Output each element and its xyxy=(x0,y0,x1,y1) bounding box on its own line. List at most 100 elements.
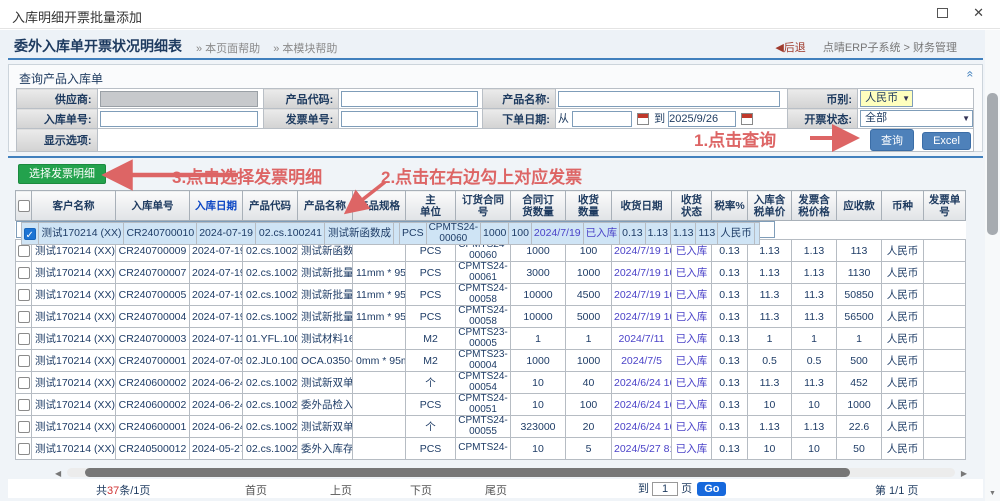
column-header[interactable]: 入库含 税单价 xyxy=(748,191,792,221)
table-cell: 0.5 xyxy=(792,350,837,372)
table-cell: 1.13 xyxy=(792,416,837,438)
row-checkbox[interactable] xyxy=(18,267,30,279)
table-cell: 1.13 xyxy=(645,223,670,245)
table-cell xyxy=(353,372,406,394)
first-page-link[interactable]: 首页 xyxy=(245,482,267,498)
prev-page-link[interactable]: 上页 xyxy=(330,482,352,498)
date-to-input[interactable] xyxy=(668,111,736,127)
table-row[interactable]: 测试170214 (XX)CR2407000042024-07-1902.cs.… xyxy=(16,306,966,328)
table-row[interactable]: 测试170214 (XX)CR2405000122024-05-2702.cs.… xyxy=(16,438,966,460)
row-checkbox[interactable] xyxy=(18,311,30,323)
column-header[interactable]: 产品名称 xyxy=(298,191,353,221)
column-header[interactable]: 产品规格 xyxy=(353,191,406,221)
table-cell: 02.cs.100244 xyxy=(243,372,298,394)
scroll-left-icon[interactable]: ◀ xyxy=(55,469,61,478)
column-header[interactable]: 主 单位 xyxy=(406,191,456,221)
breadcrumb[interactable]: 点晴ERP子系统 > 财务管理 xyxy=(823,42,957,54)
back-button[interactable]: ◀后退 xyxy=(775,42,805,54)
calendar-icon[interactable] xyxy=(637,113,649,125)
table-row[interactable]: 测试170214 (XX)CR2407000032024-07-1101.YFL… xyxy=(16,328,966,350)
date-from-input[interactable] xyxy=(572,111,632,127)
module-help-link[interactable]: » 本模块帮助 xyxy=(273,43,337,55)
row-checkbox[interactable] xyxy=(18,289,30,301)
close-icon[interactable]: ✕ xyxy=(973,5,984,21)
column-header[interactable]: 收货日期 xyxy=(612,191,672,221)
column-header[interactable]: 发票单号 xyxy=(924,191,966,221)
page-help-link[interactable]: » 本页面帮助 xyxy=(196,43,260,55)
column-header[interactable]: 收货 状态 xyxy=(672,191,712,221)
scroll-down-icon[interactable]: ▼ xyxy=(989,490,996,497)
currency-select[interactable]: 人民币▼ xyxy=(860,90,913,107)
table-row[interactable]: 测试170214 (XX)CR2407000052024-07-1902.cs.… xyxy=(16,284,966,306)
last-page-link[interactable]: 尾页 xyxy=(485,482,507,498)
horizontal-scrollbar[interactable]: ◀ ▶ xyxy=(55,467,967,479)
table-cell: 3000 xyxy=(511,262,566,284)
product-code-input[interactable] xyxy=(341,91,477,107)
table-row[interactable]: 测试170214 (XX)CR2407000072024-07-1902.cs.… xyxy=(16,262,966,284)
page-number-input[interactable] xyxy=(652,482,678,496)
table-cell: PCS xyxy=(399,223,426,245)
table-cell: 测试170214 (XX) xyxy=(32,284,116,306)
row-checkbox[interactable] xyxy=(18,399,30,411)
column-header[interactable]: 产品代码 xyxy=(243,191,298,221)
table-cell: 11mm * 95m xyxy=(353,306,406,328)
scrollbar-thumb[interactable] xyxy=(85,468,850,477)
column-header[interactable]: 入库单号 xyxy=(116,191,190,221)
calendar-icon[interactable] xyxy=(741,113,753,125)
table-cell xyxy=(924,372,966,394)
maximize-icon[interactable] xyxy=(937,8,948,18)
table-row[interactable]: 测试170214 (XX)CR2406000022024-06-2402.cs.… xyxy=(16,394,966,416)
row-checkbox[interactable] xyxy=(18,443,30,455)
product-name-input[interactable] xyxy=(558,91,780,107)
table-cell: 2024-05-27 xyxy=(190,438,243,460)
select-all-header[interactable] xyxy=(16,191,32,221)
column-header[interactable]: 订货合同号 xyxy=(456,191,511,221)
vertical-scrollbar-thumb[interactable] xyxy=(987,93,998,235)
column-header[interactable]: 应收款 xyxy=(837,191,882,221)
vertical-scrollbar[interactable]: ▼ xyxy=(985,30,1000,501)
row-checkbox[interactable] xyxy=(24,228,36,240)
column-header[interactable]: 入库日期 xyxy=(190,191,243,221)
invoice-status-select[interactable]: 全部▼ xyxy=(860,110,973,127)
table-cell: 02.cs.100245 xyxy=(243,394,298,416)
table-cell: CPMTS24-00054 xyxy=(456,372,511,394)
collapse-icon[interactable]: « xyxy=(964,71,978,78)
select-all-checkbox[interactable] xyxy=(18,200,30,212)
invoice-no-input[interactable] xyxy=(341,111,477,127)
row-checkbox[interactable] xyxy=(18,377,30,389)
table-row[interactable]: 测试170214 (XX)CR2407000102024-07-1902.cs.… xyxy=(16,221,775,238)
table-cell: 已入库 xyxy=(672,438,712,460)
table-cell xyxy=(924,416,966,438)
row-checkbox[interactable] xyxy=(18,245,30,257)
invoice-status-label: 开票状态: xyxy=(787,109,858,129)
select-invoice-detail-button[interactable]: 选择发票明细 xyxy=(18,164,106,184)
date-from-label: 从 xyxy=(558,113,569,125)
table-cell: 1130 xyxy=(837,262,882,284)
column-header[interactable]: 收货 数量 xyxy=(566,191,612,221)
scroll-right-icon[interactable]: ▶ xyxy=(961,469,967,478)
excel-button[interactable]: Excel xyxy=(922,132,971,150)
next-page-link[interactable]: 下页 xyxy=(410,482,432,498)
query-button[interactable]: 查询 xyxy=(870,129,914,151)
column-header[interactable]: 客户名称 xyxy=(32,191,116,221)
table-cell: 10000 xyxy=(511,306,566,328)
column-header[interactable]: 币种 xyxy=(882,191,924,221)
date-to-label: 到 xyxy=(654,113,665,125)
column-header[interactable]: 税率% xyxy=(712,191,748,221)
row-checkbox[interactable] xyxy=(18,333,30,345)
column-header[interactable]: 合同订 货数量 xyxy=(511,191,566,221)
row-checkbox[interactable] xyxy=(18,355,30,367)
warehouse-no-input[interactable] xyxy=(100,111,258,127)
table-cell: 20 xyxy=(566,416,612,438)
table-cell: CPMTS24-00051 xyxy=(456,394,511,416)
table-row[interactable]: 测试170214 (XX)CR2407000012024-07-0502.JL0… xyxy=(16,350,966,372)
column-header[interactable]: 发票含 税价格 xyxy=(792,191,837,221)
go-button[interactable]: Go xyxy=(697,482,726,496)
table-row[interactable]: 测试170214 (XX)CR2406000022024-06-2402.cs.… xyxy=(16,372,966,394)
table-row[interactable]: 测试170214 (XX)CR2406000012024-06-2402.cs.… xyxy=(16,416,966,438)
row-checkbox[interactable] xyxy=(18,421,30,433)
order-date-label: 下单日期: xyxy=(483,109,556,129)
table-cell: 人民币 xyxy=(882,438,924,460)
window-titlebar: 入库明细开票批量添加 ✕ xyxy=(0,0,1000,29)
table-cell: M2 xyxy=(406,350,456,372)
